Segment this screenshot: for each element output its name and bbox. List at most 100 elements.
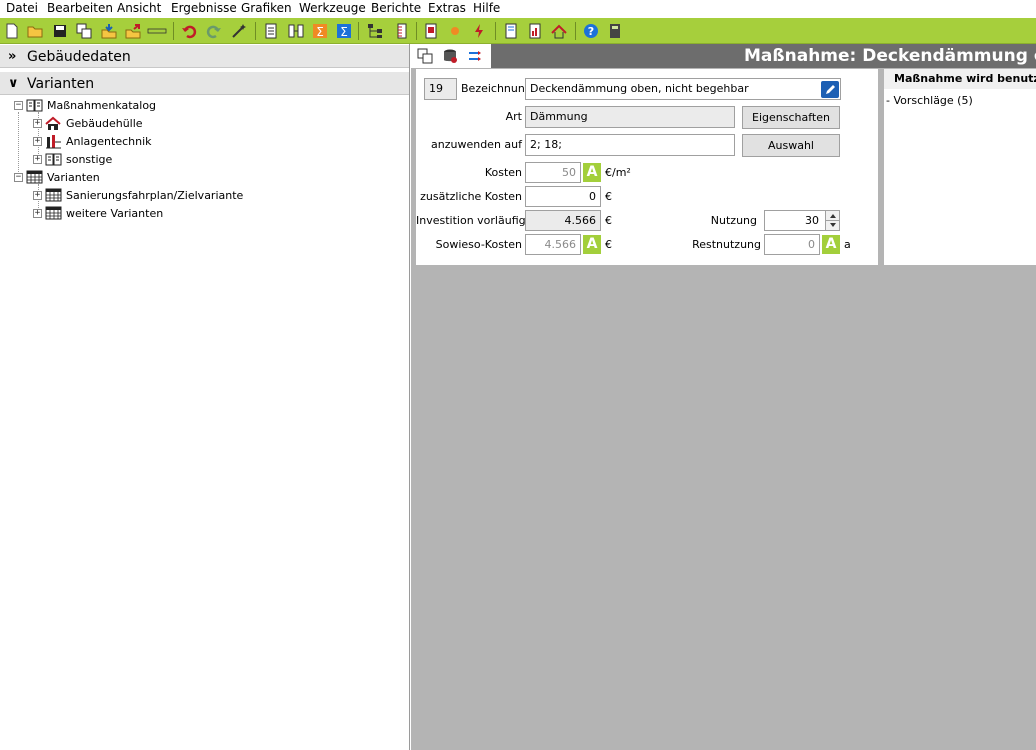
roof-icon[interactable]	[550, 22, 567, 39]
tree-node-sonstige[interactable]: + sonstige	[33, 150, 112, 168]
collapse-toggle-icon[interactable]: −	[14, 100, 23, 110]
expand-toggle-icon[interactable]: +	[33, 118, 42, 128]
expand-toggle-icon[interactable]: +	[33, 208, 42, 218]
tree-node-anlagentechnik[interactable]: + Anlagentechnik	[33, 132, 152, 150]
copy-icon[interactable]	[75, 22, 92, 39]
tree-node-massnahmenkatalog[interactable]: − Maßnahmenkatalog	[14, 96, 156, 114]
menu-ergebnisse[interactable]: Ergebnisse	[171, 1, 237, 15]
restnutzung-label: Restnutzung	[692, 238, 761, 251]
sort-icon[interactable]	[466, 47, 483, 64]
table-icon	[26, 170, 43, 185]
expand-toggle-icon[interactable]: +	[33, 190, 42, 200]
tree-node-label: Anlagentechnik	[66, 134, 152, 148]
collapse-toggle-icon[interactable]: −	[14, 172, 23, 182]
sowieso-kosten-unit: €	[605, 238, 612, 251]
house-icon	[45, 116, 62, 131]
eigenschaften-button[interactable]: Eigenschaften	[742, 106, 840, 129]
expand-toggle-icon[interactable]: +	[33, 154, 42, 164]
nutzung-spinner[interactable]	[825, 211, 840, 230]
table-icon	[45, 206, 62, 221]
zusaetzliche-kosten-unit: €	[605, 190, 612, 203]
energy-icon[interactable]	[470, 22, 487, 39]
tree-icon[interactable]	[366, 22, 383, 39]
undo-icon[interactable]	[180, 22, 197, 39]
tree-node-label: sonstige	[66, 152, 113, 166]
menu-datei[interactable]: Datei	[6, 1, 38, 15]
anzuwenden-label: anzuwenden auf	[431, 138, 522, 151]
export-icon[interactable]	[124, 22, 141, 39]
restnutzung-field[interactable]: 0	[764, 234, 820, 255]
book-icon	[45, 152, 62, 167]
copy-icon[interactable]	[416, 47, 433, 64]
menu-bearbeiten[interactable]: Bearbeiten	[47, 1, 113, 15]
menu-hilfe[interactable]: Hilfe	[473, 1, 500, 15]
sum-orange-icon[interactable]: Σ	[311, 22, 328, 39]
table-icon	[45, 188, 62, 203]
redo-icon[interactable]	[205, 22, 222, 39]
kosten-field[interactable]: 50	[525, 162, 581, 183]
bezeichnung-label: Bezeichnung	[461, 82, 532, 95]
measure-id-field: 19	[424, 78, 457, 100]
menu-bar: Datei Bearbeiten Ansicht Ergebnisse Graf…	[0, 0, 1036, 18]
edit-pencil-icon[interactable]	[821, 81, 839, 98]
sum-blue-icon[interactable]: Σ	[335, 22, 352, 39]
tree-node-gebaeudehuelle[interactable]: + Gebäudehülle	[33, 114, 143, 132]
save-icon[interactable]	[51, 22, 68, 39]
toolbar-separator	[495, 22, 496, 40]
auswahl-button[interactable]: Auswahl	[742, 134, 840, 157]
anzuwenden-field[interactable]: 2; 18;	[525, 134, 735, 156]
help-icon[interactable]: ?	[582, 22, 599, 39]
main-toolbar: Σ Σ ?	[0, 18, 1036, 44]
usage-panel: Maßnahme wird benutzt i - Vorschläge (5)	[884, 69, 1036, 265]
sun-icon[interactable]	[446, 22, 463, 39]
new-file-icon[interactable]	[3, 22, 20, 39]
compare-icon[interactable]	[287, 22, 304, 39]
tree-node-sanierungsfahrplan[interactable]: + Sanierungsfahrplan/Zielvariante	[33, 186, 243, 204]
detail-toolbar	[411, 44, 491, 68]
bezeichnung-field[interactable]: Deckendämmung oben, nicht begehbar	[525, 78, 841, 100]
auto-sowieso-button[interactable]: A	[583, 235, 601, 254]
calculator-icon[interactable]	[606, 22, 623, 39]
investition-field: 4.566	[525, 210, 601, 231]
auto-restnutzung-button[interactable]: A	[822, 235, 840, 254]
auto-kosten-button[interactable]: A	[583, 163, 601, 182]
zusaetzliche-kosten-field[interactable]: 0	[525, 186, 601, 207]
tree-node-weitere-varianten[interactable]: + weitere Varianten	[33, 204, 163, 222]
report-chart-icon[interactable]	[526, 22, 543, 39]
expand-toggle-icon[interactable]: +	[33, 136, 42, 146]
wizard-icon[interactable]	[230, 22, 247, 39]
sowieso-kosten-field[interactable]: 4.566	[525, 234, 581, 255]
database-icon[interactable]	[441, 47, 458, 64]
zusaetzliche-kosten-label: zusätzliche Kosten	[420, 190, 522, 203]
building-text-icon[interactable]	[147, 22, 167, 39]
menu-grafiken[interactable]: Grafiken	[241, 1, 292, 15]
menu-werkzeuge[interactable]: Werkzeuge	[299, 1, 366, 15]
import-icon[interactable]	[100, 22, 117, 39]
menu-extras[interactable]: Extras	[428, 1, 466, 15]
tree-node-label: Gebäudehülle	[66, 116, 143, 130]
restnutzung-unit: a	[844, 238, 851, 251]
investition-label: Investition vorläufig	[416, 214, 526, 227]
art-label: Art	[505, 110, 522, 123]
detail-area: Maßnahme: Deckendämmung oben, 19 Bezeich…	[411, 44, 1036, 750]
report-icon[interactable]	[502, 22, 519, 39]
section-varianten[interactable]: ∨ Varianten	[0, 71, 409, 95]
form-icon[interactable]	[422, 22, 439, 39]
open-folder-icon[interactable]	[26, 22, 43, 39]
usage-list-item[interactable]: - Vorschläge (5)	[886, 94, 973, 107]
collapse-chevron-icon: ∨	[8, 76, 19, 91]
expand-chevron-icon: »	[8, 49, 17, 64]
tree-connector	[18, 112, 19, 176]
section-label: Varianten	[27, 76, 95, 92]
menu-berichte[interactable]: Berichte	[371, 1, 421, 15]
toolbar-separator	[173, 22, 174, 40]
toolbar-separator	[255, 22, 256, 40]
spinner-arrows-icon	[826, 214, 840, 227]
tree-node-label: weitere Varianten	[66, 206, 164, 220]
menu-ansicht[interactable]: Ansicht	[117, 1, 161, 15]
section-gebaeudedaten[interactable]: » Gebäudedaten	[0, 44, 409, 68]
ruler-icon[interactable]	[393, 22, 410, 39]
tree-node-varianten[interactable]: − Varianten	[14, 168, 100, 186]
left-panel: » Gebäudedaten ∨ Varianten − Maßnahmenka…	[0, 44, 410, 750]
document-icon[interactable]	[262, 22, 279, 39]
